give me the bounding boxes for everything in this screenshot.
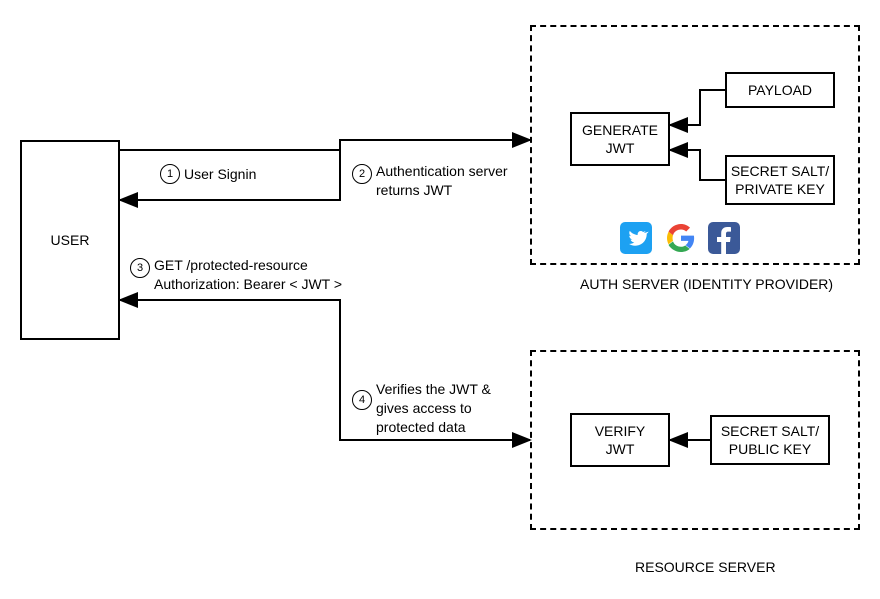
arrow-step-1 <box>120 140 530 150</box>
step-3-number: 3 <box>137 262 143 274</box>
secret-private-label: SECRET SALT/ PRIVATE KEY <box>731 162 829 198</box>
twitter-icon <box>620 222 652 254</box>
step-4-label: Verifies the JWT & gives access to prote… <box>376 380 526 437</box>
step-2-number: 2 <box>359 168 365 180</box>
step-3-label: GET /protected-resource Authorization: B… <box>154 256 374 294</box>
user-box: USER <box>20 140 120 340</box>
payload-box: PAYLOAD <box>725 72 835 108</box>
user-box-label: USER <box>51 231 90 249</box>
step-1-label: User Signin <box>184 165 256 184</box>
secret-private-box: SECRET SALT/ PRIVATE KEY <box>725 155 835 205</box>
generate-jwt-label: GENERATE JWT <box>582 121 658 157</box>
secret-public-box: SECRET SALT/ PUBLIC KEY <box>710 415 830 465</box>
step-4-number: 4 <box>359 394 365 406</box>
step-1-number: 1 <box>167 168 173 180</box>
generate-jwt-box: GENERATE JWT <box>570 112 670 166</box>
step-2-marker: 2 <box>352 164 372 184</box>
verify-jwt-box: VERIFY JWT <box>570 413 670 467</box>
step-3-marker: 3 <box>130 258 150 278</box>
auth-server-caption: AUTH SERVER (IDENTITY PROVIDER) <box>580 275 833 294</box>
jwt-flow-diagram: USER GENERATE JWT PAYLOAD SECRET SALT/ P… <box>0 0 880 599</box>
payload-label: PAYLOAD <box>748 81 812 99</box>
google-icon <box>665 222 697 254</box>
secret-public-label: SECRET SALT/ PUBLIC KEY <box>721 422 819 458</box>
step-2-label: Authentication server returns JWT <box>376 162 526 200</box>
step-4-marker: 4 <box>352 390 372 410</box>
verify-jwt-label: VERIFY JWT <box>595 422 646 458</box>
facebook-icon <box>708 222 740 254</box>
resource-server-caption: RESOURCE SERVER <box>635 558 776 577</box>
step-1-marker: 1 <box>160 164 180 184</box>
